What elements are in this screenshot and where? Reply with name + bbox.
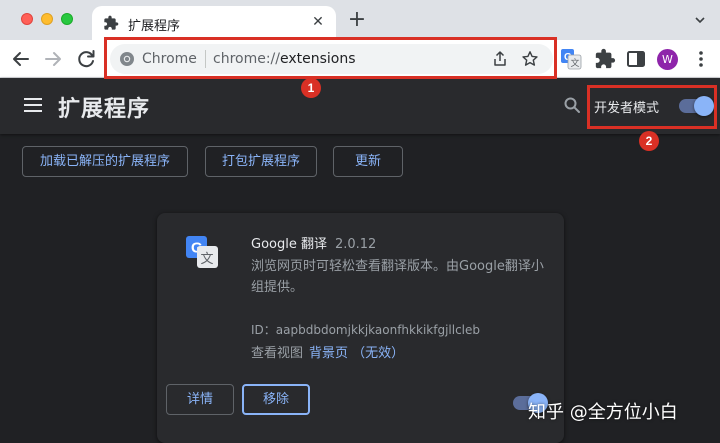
minimize-window-button[interactable]: [41, 13, 53, 25]
new-tab-button[interactable]: +: [346, 9, 368, 32]
zoom-window-button[interactable]: [61, 13, 73, 25]
extension-card: G 文 Google 翻译 2.0.12 浏览网页时可轻松查看翻译版本。由Goog…: [157, 213, 564, 443]
extension-version: 2.0.12: [334, 237, 377, 252]
profile-avatar[interactable]: W: [657, 49, 678, 70]
annotation-badge-1: 1: [301, 78, 321, 98]
remove-button[interactable]: 移除: [242, 384, 310, 415]
chevron-down-icon[interactable]: [694, 14, 706, 26]
extension-title: Google 翻译: [251, 237, 327, 252]
menu-icon[interactable]: [24, 98, 42, 112]
svg-text:文: 文: [201, 252, 214, 267]
update-button[interactable]: 更新: [333, 146, 403, 177]
tab-title: 扩展程序: [128, 19, 181, 34]
load-unpacked-button[interactable]: 加载已解压的扩展程序: [22, 146, 188, 177]
search-icon[interactable]: [563, 96, 581, 114]
close-window-button[interactable]: [21, 13, 33, 25]
more-menu-icon[interactable]: [690, 48, 712, 70]
extension-id: ID：aapbdbdomjkkjkaonfhkkikfgjllcleb: [251, 323, 480, 337]
side-panel-icon[interactable]: [625, 48, 647, 70]
highlight-address-bar: [104, 37, 557, 79]
puzzle-icon: [104, 15, 119, 30]
forward-arrow-icon[interactable]: [41, 47, 65, 71]
svg-text:文: 文: [571, 57, 580, 69]
close-tab-icon[interactable]: ✕: [308, 12, 328, 32]
google-translate-icon[interactable]: G 文: [560, 48, 582, 70]
back-arrow-icon[interactable]: [9, 47, 33, 71]
background-page-link[interactable]: 背景页 （无效）: [309, 346, 404, 361]
highlight-developer-mode: [587, 85, 717, 129]
extension-description: 浏览网页时可轻松查看翻译版本。由Google翻译小组提供。: [251, 259, 544, 295]
annotation-badge-2: 2: [639, 131, 659, 151]
inspect-views: 查看视图 背景页 （无效）: [251, 342, 404, 361]
extension-name: Google 翻译 2.0.12: [251, 233, 376, 252]
tab-extensions[interactable]: 扩展程序 ✕: [92, 6, 336, 40]
tab-strip: 扩展程序 ✕ +: [0, 0, 720, 40]
pack-extension-button[interactable]: 打包扩展程序: [205, 146, 317, 177]
details-button[interactable]: 详情: [166, 384, 234, 415]
page-title: 扩展程序: [58, 97, 151, 122]
extensions-puzzle-icon[interactable]: [594, 48, 616, 70]
watermark-text: 知乎 @全方位小白: [528, 402, 678, 423]
google-translate-icon: G 文: [186, 236, 218, 268]
reload-icon[interactable]: [74, 47, 98, 71]
inspect-views-label: 查看视图: [251, 346, 304, 361]
